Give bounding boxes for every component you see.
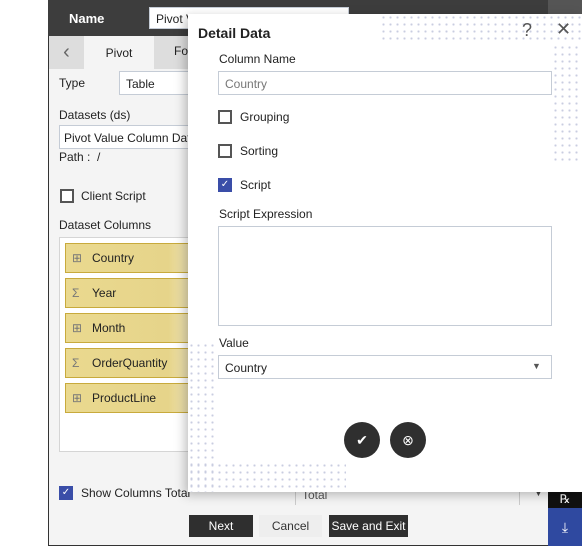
- show-columns-total-label: Show Columns Total: [81, 486, 191, 500]
- name-label: Name: [69, 11, 105, 26]
- dots-decoration: [552, 44, 582, 162]
- cancel-x-button[interactable]: ⊗: [390, 422, 426, 458]
- dialog-title: Detail Data: [198, 25, 271, 41]
- column-name-input[interactable]: Country: [218, 71, 552, 95]
- table-icon: ⊞: [72, 391, 83, 405]
- value-select[interactable]: Country: [218, 355, 552, 379]
- client-script-checkbox[interactable]: [60, 189, 74, 203]
- save-and-exit-button[interactable]: Save and Exit: [329, 515, 408, 537]
- value-label: Value: [219, 336, 249, 350]
- rx-icon[interactable]: ℞: [548, 492, 582, 508]
- client-script-label: Client Script: [81, 189, 146, 203]
- sigma-icon: Σ: [72, 356, 80, 370]
- type-select[interactable]: Table: [119, 71, 199, 95]
- datasets-label: Datasets (ds): [59, 108, 131, 122]
- show-columns-total-checkbox[interactable]: ✓: [59, 486, 73, 500]
- download-icon[interactable]: ⤓: [548, 508, 582, 546]
- type-label: Type: [59, 76, 86, 90]
- cancel-button[interactable]: Cancel: [259, 515, 322, 537]
- close-icon[interactable]: ✕: [556, 19, 571, 40]
- table-icon: ⊞: [72, 321, 83, 335]
- dataset-columns-label: Dataset Columns: [59, 218, 152, 232]
- dots-decoration: [380, 14, 582, 44]
- script-expression-label: Script Expression: [219, 207, 313, 221]
- table-icon: ⊞: [72, 251, 83, 265]
- tab-format[interactable]: Fo: [174, 44, 188, 58]
- column-item[interactable]: ⊞ Country: [65, 243, 195, 273]
- sigma-icon: Σ: [72, 286, 80, 300]
- datasets-input[interactable]: Pivot Value Column Dat: [59, 125, 199, 149]
- dots-decoration: [188, 462, 346, 492]
- back-chevron-icon[interactable]: ‹: [49, 36, 84, 69]
- column-item[interactable]: ⊞ Month: [65, 313, 195, 343]
- column-item[interactable]: Σ Year: [65, 278, 195, 308]
- column-name-label: Column Name: [219, 52, 296, 66]
- grouping-checkbox[interactable]: [218, 110, 232, 124]
- grouping-label: Grouping: [240, 110, 290, 124]
- tab-pivot[interactable]: Pivot: [84, 36, 154, 69]
- confirm-check-button[interactable]: ✔: [344, 422, 380, 458]
- script-label: Script: [240, 178, 271, 192]
- column-item[interactable]: Σ OrderQuantity: [65, 348, 195, 378]
- script-expression-textarea[interactable]: [218, 226, 552, 326]
- chevron-down-icon: ▼: [532, 361, 541, 371]
- sorting-checkbox[interactable]: [218, 144, 232, 158]
- help-icon[interactable]: ?: [522, 20, 532, 41]
- script-checkbox[interactable]: ✓: [218, 178, 232, 192]
- path-label: Path : /: [59, 150, 101, 164]
- sorting-label: Sorting: [240, 144, 279, 158]
- next-button[interactable]: Next: [189, 515, 253, 537]
- column-item[interactable]: ⊞ ProductLine: [65, 383, 195, 413]
